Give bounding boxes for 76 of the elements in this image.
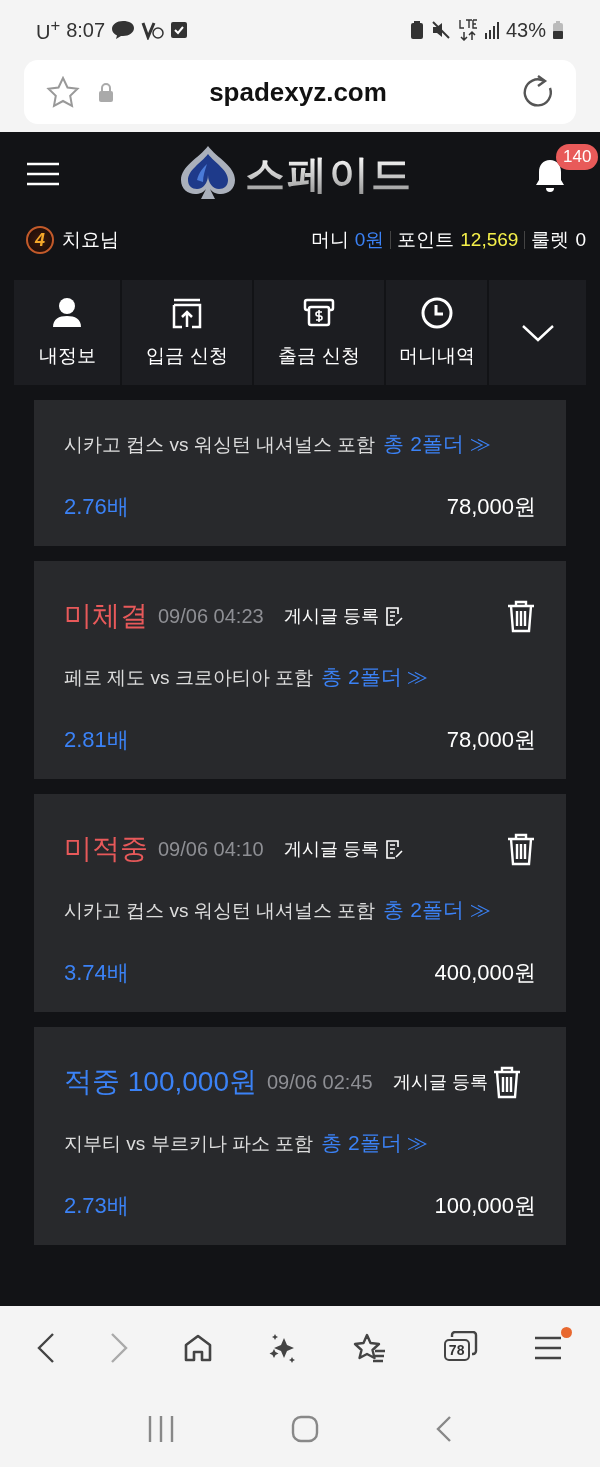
amount-text: 78,000원 — [446, 726, 536, 754]
amount-text: 400,000원 — [434, 959, 536, 987]
delete-button[interactable] — [506, 832, 536, 866]
back-icon[interactable] — [435, 1414, 452, 1443]
reload-icon[interactable] — [522, 75, 554, 109]
match-text: 시카고 컵스 vs 워싱턴 내셔널스 포함 — [64, 433, 376, 457]
trash-icon — [506, 599, 536, 633]
odds-text: 2.73배 — [64, 1192, 129, 1220]
trash-icon — [491, 1065, 522, 1099]
roulette-label: 룰렛 — [531, 228, 570, 252]
post-register-button[interactable]: 게시글 등록 — [283, 604, 403, 628]
money-value: 0원 — [354, 228, 385, 252]
folder-link[interactable]: 총 2폴더 ≫ — [383, 896, 491, 924]
folder-link[interactable]: 총 2폴더 ≫ — [321, 1129, 429, 1157]
tabs-button[interactable]: 78 — [435, 1325, 486, 1371]
clock-text: 8:07 — [66, 18, 106, 42]
match-text: 시카고 컵스 vs 워싱턴 내셔널스 포함 — [64, 899, 376, 923]
site-logo[interactable]: 스페이드 — [177, 143, 413, 204]
menu-tile[interactable]: 출금 신청 — [254, 280, 384, 385]
lte-icon — [457, 19, 478, 41]
star-icon[interactable] — [46, 76, 80, 108]
battery-saver-icon — [409, 20, 424, 40]
note-icon — [384, 606, 403, 626]
home-icon[interactable] — [291, 1414, 319, 1443]
upload-icon — [171, 296, 203, 329]
amount-text: 78,000원 — [446, 493, 536, 521]
post-register-button[interactable]: 게시글 등록 — [392, 1070, 488, 1094]
match-text: 지부티 vs 부르키나 파소 포함 — [64, 1132, 314, 1156]
menu-tile[interactable]: 입금 신청 — [122, 280, 252, 385]
home-icon — [183, 1333, 214, 1363]
points-value: 12,569 — [460, 229, 519, 251]
odds-text: 3.74배 — [64, 959, 129, 987]
bet-date: 09/06 04:23 — [158, 604, 264, 628]
delete-button[interactable] — [506, 599, 536, 633]
roulette-value: 0 — [575, 229, 586, 251]
menu-tile[interactable]: 머니내역 — [386, 280, 487, 385]
notification-badge: 140 — [556, 143, 599, 170]
mute-icon — [429, 20, 452, 40]
delete-button[interactable] — [491, 1065, 522, 1099]
odds-text: 2.81배 — [64, 726, 129, 754]
star-list-icon — [352, 1333, 387, 1363]
chevron-left-icon — [37, 1332, 56, 1364]
clock-icon — [420, 296, 453, 329]
menu-icon — [534, 1335, 563, 1361]
bet-status: 미적중 — [64, 832, 148, 866]
bell-icon — [534, 157, 566, 194]
level-badge: 4 — [26, 226, 54, 254]
bet-date: 09/06 02:45 — [267, 1070, 373, 1094]
chat-icon — [111, 20, 136, 40]
recent-apps-icon[interactable] — [148, 1414, 175, 1443]
cash-icon — [303, 296, 335, 329]
menu-tile[interactable]: 내정보 — [14, 280, 120, 385]
folder-link[interactable]: 총 2폴더 ≫ — [383, 430, 491, 458]
post-register-button[interactable]: 게시글 등록 — [283, 837, 403, 861]
battery-icon — [552, 20, 564, 40]
person-icon — [52, 296, 82, 329]
carrier-text: U$^{+}$ — [36, 16, 61, 44]
user-name: 치요님 — [62, 228, 119, 252]
lock-icon — [98, 82, 114, 102]
trash-icon — [506, 832, 536, 866]
note-icon — [384, 839, 403, 859]
match-text: 페로 제도 vs 크로아티아 포함 — [64, 666, 314, 690]
checkbox-icon — [171, 22, 188, 38]
chevron-down-icon — [520, 323, 555, 342]
bet-status: 적중 100,000원 — [64, 1065, 257, 1099]
battery-text: 43% — [505, 18, 546, 42]
signal-icon — [483, 21, 500, 39]
menu-icon[interactable] — [26, 161, 60, 186]
money-label: 머니 — [310, 228, 349, 252]
folder-link[interactable]: 총 2폴더 ≫ — [321, 663, 429, 691]
bet-date: 09/06 04:10 — [158, 837, 264, 861]
odds-text: 2.76배 — [64, 493, 129, 521]
bet-status: 미체결 — [64, 599, 148, 633]
chevron-right-icon — [110, 1332, 129, 1364]
amount-text: 100,000원 — [434, 1192, 536, 1220]
points-label: 포인트 — [397, 228, 455, 252]
